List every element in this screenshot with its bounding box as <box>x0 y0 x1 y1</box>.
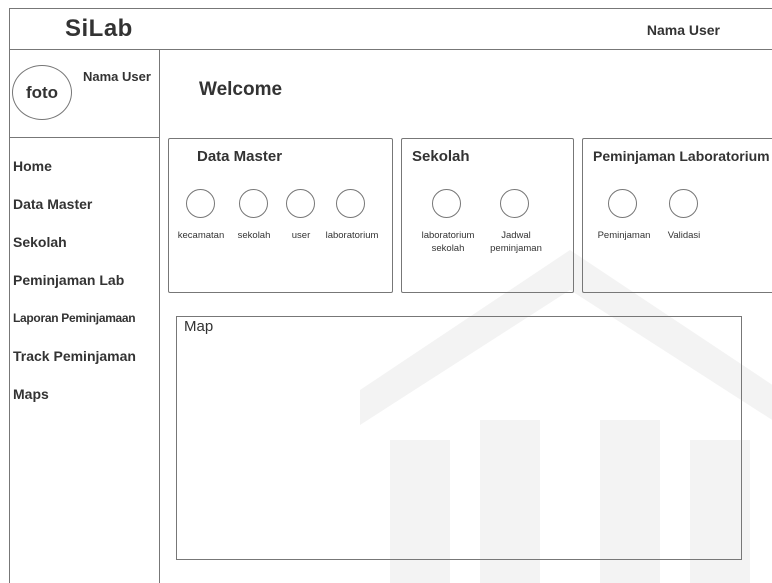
sidebar-item-laporan-peminjamaan[interactable]: Laporan Peminjamaan <box>13 311 136 325</box>
peminjaman-label[interactable]: Peminjaman <box>598 229 651 242</box>
header-user-name[interactable]: Nama User <box>647 22 720 38</box>
sidebar-item-data-master[interactable]: Data Master <box>13 196 92 212</box>
validasi-button-icon[interactable] <box>669 189 698 218</box>
profile-name: Nama User <box>83 69 151 84</box>
map-title: Map <box>184 318 214 335</box>
avatar[interactable]: foto <box>12 65 72 120</box>
laboratorium-sekolah-button-icon[interactable] <box>432 189 461 218</box>
validasi-label[interactable]: Validasi <box>668 229 701 242</box>
profile-divider <box>10 137 160 138</box>
app-header: SiLab Nama User <box>9 8 772 50</box>
peminjaman-button-icon[interactable] <box>608 189 637 218</box>
kecamatan-button-icon[interactable] <box>186 189 215 218</box>
card-data-master: Data Master kecamatan sekolah user labor… <box>168 138 393 293</box>
card-peminjaman-laboratorium: Peminjaman Laboratorium Peminjaman Valid… <box>582 138 772 293</box>
sekolah-label[interactable]: sekolah <box>238 229 271 242</box>
brand-logo[interactable]: SiLab <box>65 15 133 43</box>
sidebar-item-track-peminjaman[interactable]: Track Peminjaman <box>13 348 136 364</box>
laboratorium-label[interactable]: laboratorium <box>326 229 379 242</box>
jadwal-peminjaman-label[interactable]: Jadwal peminjaman <box>490 229 542 255</box>
page-title: Welcome <box>199 79 283 100</box>
user-button-icon[interactable] <box>286 189 315 218</box>
kecamatan-label[interactable]: kecamatan <box>178 229 224 242</box>
sidebar-item-maps[interactable]: Maps <box>13 386 49 402</box>
card-title: Peminjaman Laboratorium <box>593 148 770 164</box>
laboratorium-button-icon[interactable] <box>336 189 365 218</box>
sidebar-item-peminjaman-lab[interactable]: Peminjaman Lab <box>13 272 124 288</box>
user-label[interactable]: user <box>292 229 310 242</box>
sidebar-item-home[interactable]: Home <box>13 158 52 174</box>
card-title: Sekolah <box>412 148 470 165</box>
map-panel[interactable]: Map <box>176 316 742 560</box>
sekolah-button-icon[interactable] <box>239 189 268 218</box>
laboratorium-sekolah-label[interactable]: laboratorium sekolah <box>422 229 475 255</box>
jadwal-peminjaman-button-icon[interactable] <box>500 189 529 218</box>
card-sekolah: Sekolah laboratorium sekolah Jadwal pemi… <box>401 138 574 293</box>
sidebar-item-sekolah[interactable]: Sekolah <box>13 234 67 250</box>
card-title: Data Master <box>197 148 283 165</box>
